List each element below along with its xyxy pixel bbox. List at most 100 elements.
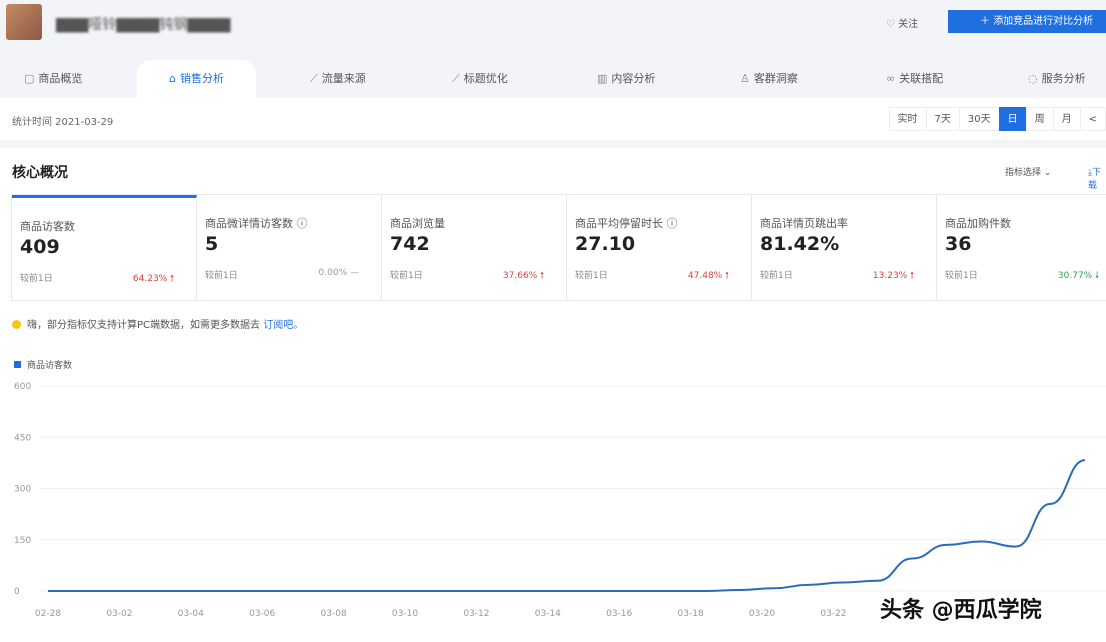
tab-traffic[interactable]: ⟋ 流量来源 <box>310 60 366 98</box>
change-pct: 13.23% 🠕 <box>873 268 914 284</box>
metric-label: 商品平均停留时长 ⓘ <box>575 217 678 230</box>
x-tick-label: 03-04 <box>178 609 204 619</box>
change-pct: 64.23% 🠕 <box>133 271 174 287</box>
x-tick-label: 03-18 <box>678 609 704 619</box>
info-dot-icon <box>12 320 21 329</box>
watermark: 头条 @西瓜学院 <box>880 598 1042 623</box>
tab-label: 服务分析 <box>1041 72 1086 85</box>
range-7d[interactable]: 7天 <box>925 107 960 131</box>
chevron-down-icon: ⌄ <box>1043 168 1052 178</box>
tab-label: 关联搭配 <box>899 72 944 85</box>
product-image <box>6 4 42 40</box>
y-tick-label: 150 <box>14 536 31 546</box>
notice-text: 嗨，部分指标仅支持计算PC端数据，如需更多数据去 <box>27 320 261 331</box>
tab-bar: ▢ 商品概览 ⌂ 销售分析 ⟋ 流量来源 ⟋ 标题优化 ▥ 内容分析 ♙ 客群洞察 ∞ 关联搭… <box>0 60 1106 98</box>
x-tick-label: 03-08 <box>321 609 347 619</box>
x-tick-label: 02-28 <box>35 609 61 619</box>
tab-match[interactable]: ∞ 关联搭配 <box>886 60 943 98</box>
compare-button[interactable]: ＋ 添加竞品进行对比分析 <box>948 10 1106 33</box>
metric-card[interactable]: 商品详情页跳出率 81.42% 较前1日 13.23% 🠕 <box>752 195 937 300</box>
stat-time: 统计时间 2021-03-29 <box>12 117 114 128</box>
compare-label: 较前1日 <box>20 274 53 284</box>
x-tick-label: 03-20 <box>749 609 775 619</box>
metric-label: 商品浏览量 <box>390 217 445 230</box>
x-tick-label: 03-12 <box>463 609 489 619</box>
tab-service[interactable]: ◌ 服务分析 <box>1028 60 1086 98</box>
pct-value: 47.48% <box>687 271 723 281</box>
metric-value: 81.42% <box>760 233 840 255</box>
range-week[interactable]: 周 <box>1025 107 1054 131</box>
tab-label: 商品概览 <box>38 72 83 85</box>
tab-label: 销售分析 <box>179 72 224 85</box>
compare-label: 添加竞品进行对比分析 <box>993 16 1094 27</box>
metric-value: 409 <box>20 236 60 258</box>
link-icon: ∞ <box>886 72 896 85</box>
compare-label: 较前1日 <box>390 271 423 281</box>
trend-flat-icon: — <box>350 268 359 278</box>
tab-overview[interactable]: ▢ 商品概览 <box>24 60 82 98</box>
y-tick-label: 600 <box>14 382 31 392</box>
follow-label: 关注 <box>898 19 919 30</box>
chart-icon: ⟋ <box>310 72 318 85</box>
notice: 嗨，部分指标仅支持计算PC端数据，如需更多数据去 订阅吧。 <box>12 316 303 331</box>
metric-value: 5 <box>205 233 219 255</box>
user-icon: ♙ <box>740 72 750 85</box>
doc-icon: ▥ <box>597 72 608 85</box>
tab-audience[interactable]: ♙ 客群洞察 <box>740 60 798 98</box>
bag-icon: ⌂ <box>169 72 176 85</box>
metric-label: 商品微详情访客数 ⓘ <box>205 217 308 230</box>
subscribe-link[interactable]: 订阅吧。 <box>263 320 303 331</box>
y-tick-label: 0 <box>14 587 20 597</box>
download-button[interactable]: ⤓下载 <box>1088 165 1106 191</box>
compare-label: 较前1日 <box>575 271 608 281</box>
service-icon: ◌ <box>1028 72 1038 85</box>
x-tick-label: 03-06 <box>249 609 275 619</box>
pct-value: 13.23% <box>872 271 908 281</box>
prev-button[interactable]: < <box>1079 107 1106 131</box>
metric-select[interactable]: 指标选择 ⌄ <box>1005 165 1051 178</box>
compare-label: 较前1日 <box>945 271 978 281</box>
change-pct: 47.48% 🠕 <box>688 268 729 284</box>
metric-card[interactable]: 商品平均停留时长 ⓘ 27.10 较前1日 47.48% 🠕 <box>567 195 752 300</box>
metric-card[interactable]: 商品访客数 409 较前1日 64.23% 🠕 <box>12 195 197 300</box>
metric-card[interactable]: 商品浏览量 742 较前1日 37.66% 🠕 <box>382 195 567 300</box>
x-tick-label: 03-16 <box>606 609 632 619</box>
metric-value: 742 <box>390 233 430 255</box>
series-line <box>48 459 1086 592</box>
pct-value: 0.00% <box>318 268 348 278</box>
range-30d[interactable]: 30天 <box>958 107 1000 131</box>
tab-content[interactable]: ▥ 内容分析 <box>597 60 655 98</box>
metric-value: 36 <box>945 233 972 255</box>
trend-down-icon: 🠗 <box>1095 271 1099 281</box>
date-range-selector: 实时 7天 30天 日 周 月 < <box>888 107 1106 131</box>
metric-label: 商品加购件数 <box>945 217 1011 230</box>
tab-label: 客群洞察 <box>753 72 798 85</box>
pct-value: 30.77% <box>1057 271 1093 281</box>
compare-label: 较前1日 <box>760 271 793 281</box>
x-tick-label: 03-02 <box>106 609 132 619</box>
box-icon: ▢ <box>24 72 35 85</box>
follow-button[interactable]: ♡ 关注 <box>886 15 918 30</box>
range-day[interactable]: 日 <box>998 107 1027 131</box>
metric-select-label: 指标选择 <box>1005 168 1042 178</box>
metric-value: 27.10 <box>575 233 636 255</box>
y-tick-label: 450 <box>14 433 31 443</box>
chart-icon: ⟋ <box>452 72 460 85</box>
tab-title[interactable]: ⟋ 标题优化 <box>452 60 508 98</box>
trend-up-icon: 🠕 <box>910 271 914 281</box>
product-title: ▇▇▇哑铃▇▇▇▇钝钢▇▇▇▇ <box>56 17 231 33</box>
tab-label: 流量来源 <box>321 72 366 85</box>
range-month[interactable]: 月 <box>1052 107 1081 131</box>
tab-label: 内容分析 <box>611 72 656 85</box>
trend-up-icon: 🠕 <box>170 274 174 284</box>
x-tick-label: 03-14 <box>535 609 561 619</box>
metric-card[interactable]: 商品微详情访客数 ⓘ 5 较前1日 0.00% — <box>197 195 382 300</box>
tab-sales[interactable]: ⌂ 销售分析 <box>137 60 256 98</box>
trend-up-icon: 🠕 <box>725 271 729 281</box>
x-tick-label: 03-10 <box>392 609 418 619</box>
metric-label: 商品访客数 <box>20 220 75 233</box>
range-realtime[interactable]: 实时 <box>888 107 927 131</box>
trend-up-icon: 🠕 <box>540 271 544 281</box>
section-title: 核心概况 <box>12 165 68 181</box>
metric-card[interactable]: 商品加购件数 36 较前1日 30.77% 🠗 <box>937 195 1106 300</box>
